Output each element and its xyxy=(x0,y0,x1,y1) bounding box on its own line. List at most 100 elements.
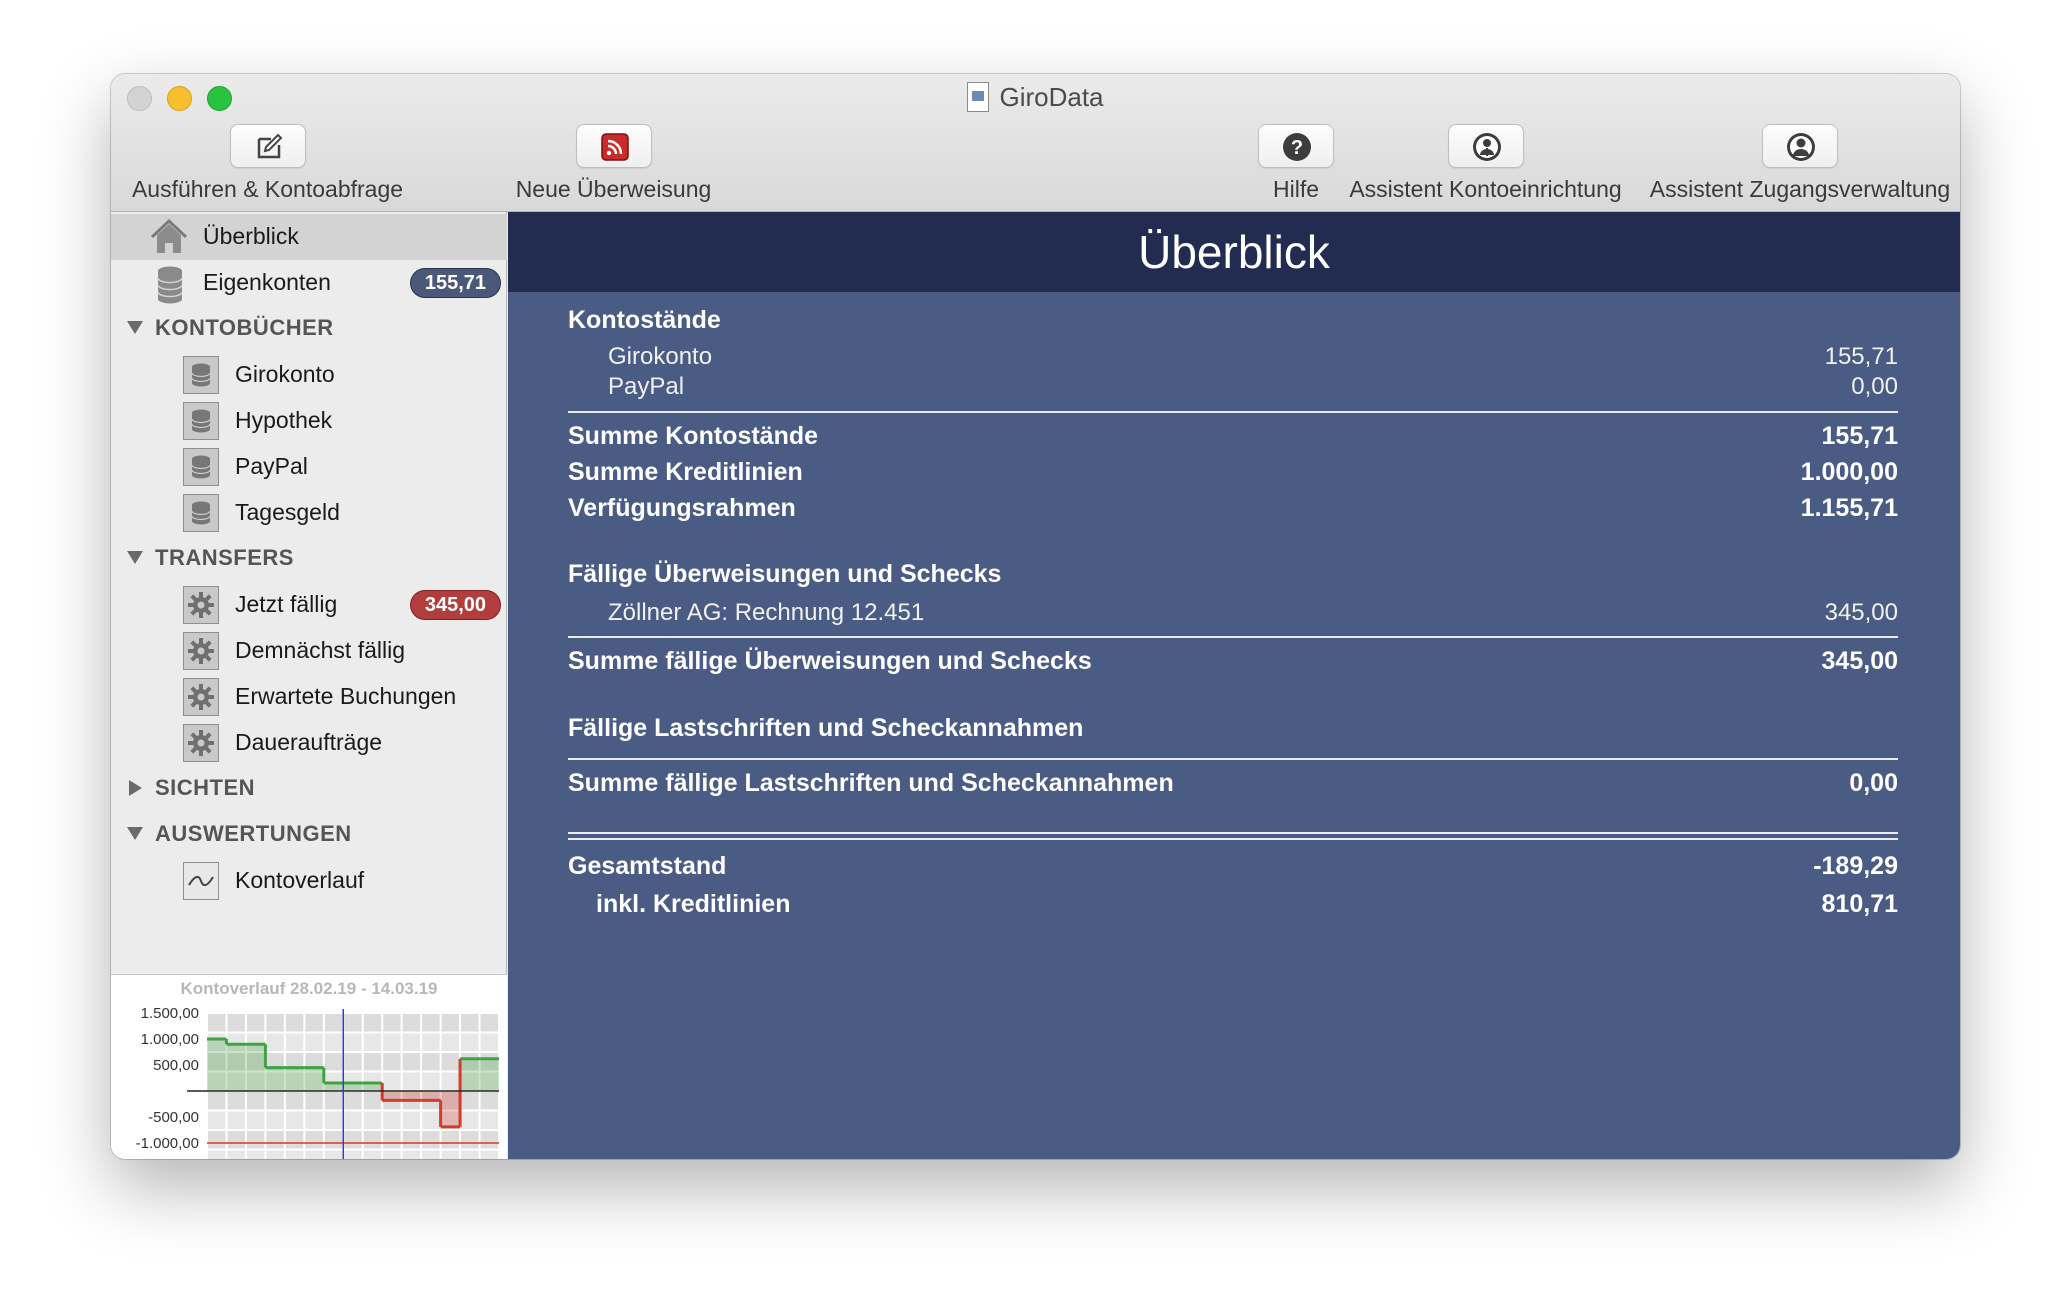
due-transfers-header: Fällige Überweisungen und Schecks xyxy=(568,560,1002,588)
sidebar-item-due-now[interactable]: Jetzt fällig 345,00 xyxy=(111,582,507,628)
account-assistant-icon xyxy=(1472,133,1501,161)
double-divider-top xyxy=(568,832,1898,834)
total-incl-credit-row: inkl. Kreditlinien 810,71 xyxy=(596,890,1898,918)
disclosure-triangle-icon[interactable] xyxy=(127,827,143,840)
grid-cell xyxy=(344,1014,362,1032)
grid-cell xyxy=(208,1014,226,1032)
help-button[interactable]: ? Hilfe xyxy=(1246,124,1346,203)
sidebar-item-expected-bookings[interactable]: Erwartete Buchungen xyxy=(111,674,507,720)
app-window: GiroData Ausführen & Kontoabfrage Neue Ü… xyxy=(111,74,1960,1159)
divider xyxy=(568,758,1898,760)
sidebar-item-due-soon[interactable]: Demnächst fällig xyxy=(111,628,507,674)
sidebar-item-kontoverlauf[interactable]: Kontoverlauf xyxy=(111,858,507,904)
y-tick-label: 1.000,00 xyxy=(141,1031,199,1048)
sidebar-item-girokonto[interactable]: Girokonto xyxy=(111,352,507,398)
section-sichten[interactable]: SICHTEN xyxy=(111,766,507,812)
grid-cell xyxy=(422,1111,440,1129)
grid-cell xyxy=(324,1092,343,1110)
grid-cell xyxy=(402,1131,421,1149)
question-icon: ? xyxy=(1283,133,1311,161)
sidebar-item-paypal[interactable]: PayPal xyxy=(111,444,507,490)
grid-cell xyxy=(324,1053,343,1071)
document-icon xyxy=(967,82,990,112)
disclosure-triangle-icon[interactable] xyxy=(127,321,143,334)
sidebar-item-own-accounts[interactable]: Eigenkonten 155,71 xyxy=(111,260,507,306)
grid-cell xyxy=(246,1014,265,1032)
account-assistant-button[interactable]: Assistent Kontoeinrichtung xyxy=(1333,124,1638,203)
new-transfer-button[interactable]: Neue Überweisung xyxy=(501,124,726,203)
grid-cell xyxy=(441,1053,460,1071)
sidebar: Überblick Eigenkonten 155,71 KONTOBÜCHER… xyxy=(111,212,507,1159)
access-assistant-button[interactable]: Assistent Zugangsverwaltung xyxy=(1641,124,1959,203)
due-debits-header: Fällige Lastschriften und Scheckannahmen xyxy=(568,714,1084,742)
balances-header: Kontostände xyxy=(568,306,721,334)
sum-due-debits-row: Summe fällige Lastschriften und Scheckan… xyxy=(568,769,1898,797)
grid-cell xyxy=(383,1150,401,1159)
coins-icon xyxy=(157,266,183,304)
grid-cell xyxy=(402,1014,421,1032)
run-query-button[interactable]: Ausführen & Kontoabfrage xyxy=(125,124,410,203)
grid-cell xyxy=(266,1111,284,1129)
grid-cell xyxy=(305,1014,323,1032)
grid-cell xyxy=(266,1014,284,1032)
grid-cell xyxy=(246,1092,265,1110)
overview-panel: Überblick Kontostände Girokonto 155,71 Pa… xyxy=(508,212,1960,1159)
grid-cell xyxy=(227,1150,245,1159)
disclosure-triangle-icon[interactable] xyxy=(129,780,142,796)
line-chart-icon xyxy=(183,862,219,900)
grid-cell xyxy=(285,1150,304,1159)
grid-cell xyxy=(402,1111,421,1129)
grid-cell xyxy=(461,1111,479,1129)
account-book-icon xyxy=(183,356,219,394)
grid-cell xyxy=(480,1014,498,1032)
sidebar-item-standing-orders[interactable]: Daueraufträge xyxy=(111,720,507,766)
section-transfers[interactable]: TRANSFERS xyxy=(111,536,507,582)
gear-icon xyxy=(183,678,219,716)
grid-cell xyxy=(227,1092,245,1110)
grid-cell xyxy=(422,1131,440,1149)
grid-cell xyxy=(441,1072,460,1090)
due-transfer-row[interactable]: Zöllner AG: Rechnung 12.451 345,00 xyxy=(568,599,1898,627)
grid-cell xyxy=(344,1131,362,1149)
grid-cell xyxy=(208,1111,226,1129)
area-segment xyxy=(440,1091,461,1127)
grid-cell xyxy=(402,1053,421,1071)
grid-cell xyxy=(461,1033,479,1051)
grid-cell xyxy=(208,1150,226,1159)
grid-cell xyxy=(344,1053,362,1071)
grid-cell xyxy=(266,1150,284,1159)
chart-plot: 1.500,001.000,00500,00-500,00-1.000,00-1… xyxy=(136,1005,499,1159)
sum-credit-row: Summe Kreditlinien 1.000,00 xyxy=(568,458,1898,486)
area-segment xyxy=(479,1058,499,1091)
own-accounts-badge: 155,71 xyxy=(409,268,501,298)
double-divider-bottom xyxy=(568,838,1898,840)
grid-cell xyxy=(480,1092,498,1110)
grid-cell xyxy=(285,1111,304,1129)
balance-row-paypal: PayPal 0,00 xyxy=(608,373,1898,400)
gear-icon xyxy=(183,586,219,624)
grid-cell xyxy=(461,1131,479,1149)
grid-cell xyxy=(324,1014,343,1032)
area-segment xyxy=(304,1067,324,1091)
total-row: Gesamtstand -189,29 xyxy=(568,852,1898,880)
run-icon xyxy=(257,133,282,159)
grid-cell xyxy=(246,1111,265,1129)
section-kontobuecher[interactable]: KONTOBÜCHER xyxy=(111,306,507,352)
area-segment xyxy=(226,1044,246,1091)
balance-row-girokonto: Girokonto 155,71 xyxy=(608,343,1898,370)
page-title: Überblick xyxy=(508,212,1960,292)
sidebar-item-tagesgeld[interactable]: Tagesgeld xyxy=(111,490,507,536)
sidebar-item-overview[interactable]: Überblick xyxy=(111,214,507,260)
grid-cell xyxy=(266,1131,284,1149)
section-auswertungen[interactable]: AUSWERTUNGEN xyxy=(111,812,507,858)
available-row: Verfügungsrahmen 1.155,71 xyxy=(568,494,1898,522)
svg-text:?: ? xyxy=(1291,137,1303,159)
grid-cell xyxy=(227,1111,245,1129)
sidebar-item-hypothek[interactable]: Hypothek xyxy=(111,398,507,444)
grid-cell xyxy=(363,1053,382,1071)
grid-cell xyxy=(324,1111,343,1129)
grid-cell xyxy=(305,1111,323,1129)
area-segment xyxy=(265,1067,285,1091)
disclosure-triangle-icon[interactable] xyxy=(127,551,143,564)
grid-cell xyxy=(363,1131,382,1149)
